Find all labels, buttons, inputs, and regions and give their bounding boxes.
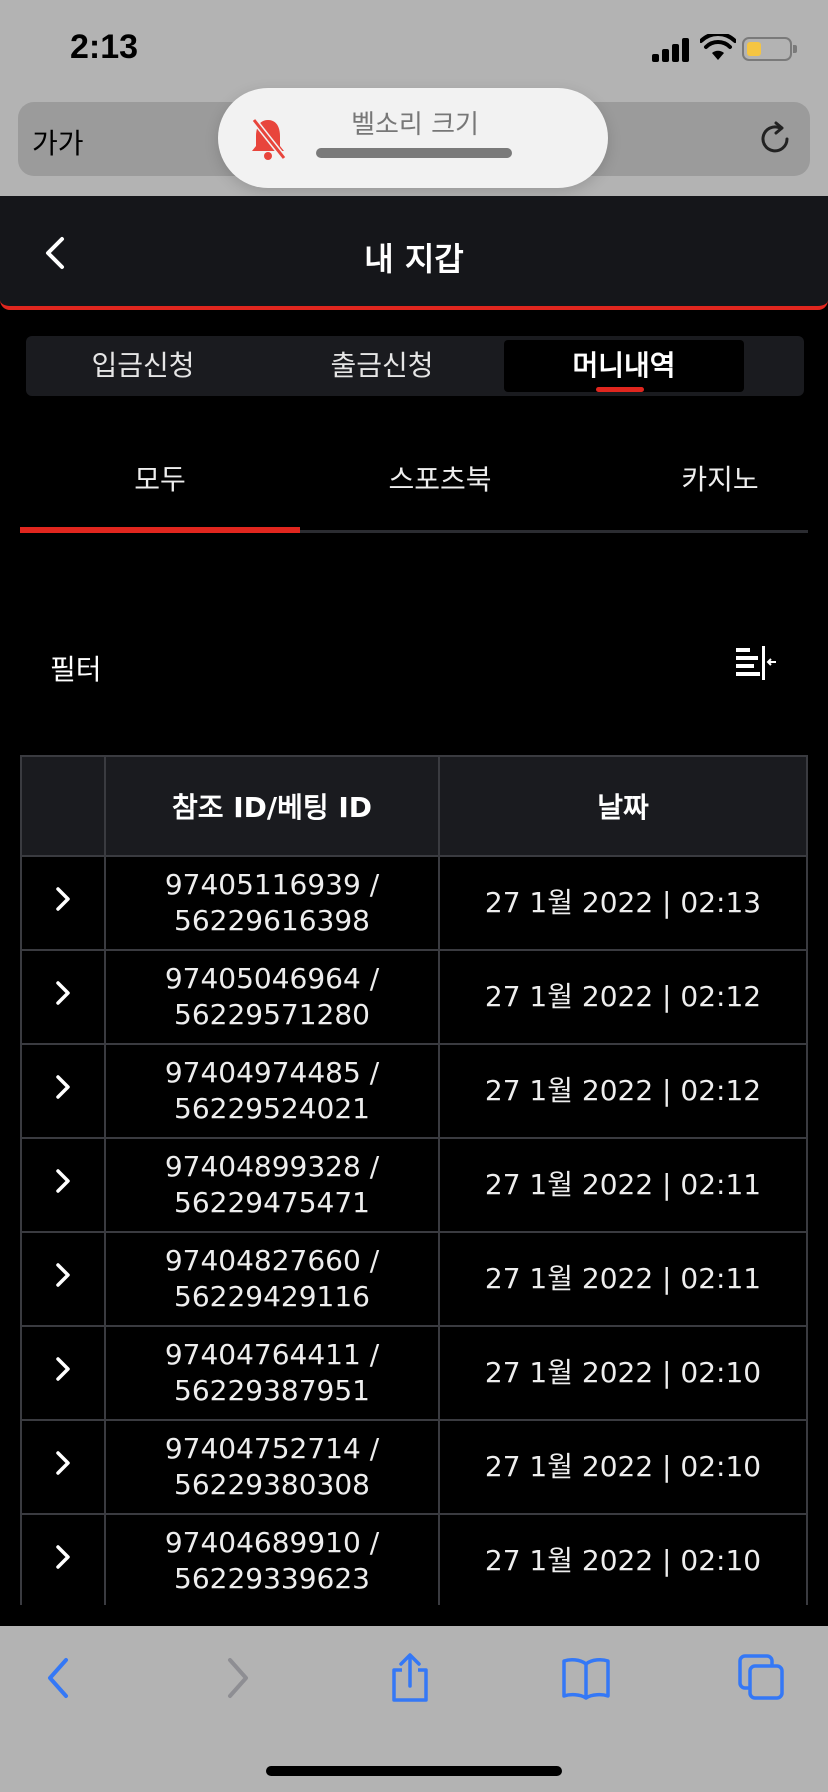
tab-deposit-request[interactable]: 입금신청 [26, 336, 260, 396]
text-size-button[interactable]: 가가 [32, 122, 84, 162]
bet-id: 56229380308 [174, 1468, 370, 1501]
table-row[interactable]: 97404899328 /56229475471 27 1월 2022 | 02:… [20, 1137, 808, 1233]
ref-bet-id-cell: 97404827660 /56229429116 [104, 1231, 440, 1327]
home-indicator [266, 1766, 562, 1776]
ref-id: 97404899328 / [164, 1150, 380, 1183]
tab-withdraw-request[interactable]: 출금신청 [264, 336, 500, 396]
filter-label[interactable]: 필터 [50, 648, 102, 688]
ref-id: 97404827660 / [164, 1244, 380, 1277]
ref-bet-id-cell: 97404974485 /56229524021 [104, 1043, 440, 1139]
filter-toggle-icon[interactable] [734, 644, 778, 684]
chevron-right-icon [56, 1262, 70, 1287]
ref-id: 97405046964 / [164, 962, 380, 995]
chevron-right-icon [56, 1544, 70, 1569]
ref-id: 97405116939 / [164, 868, 380, 901]
bell-muted-icon [251, 118, 287, 160]
table-row[interactable]: 97404689910 /56229339623 27 1월 2022 | 02:… [20, 1513, 808, 1605]
tabs-icon[interactable] [736, 1652, 788, 1704]
bet-id: 56229524021 [174, 1092, 370, 1125]
wifi-icon [700, 34, 736, 60]
ref-bet-id-cell: 97404752714 /56229380308 [104, 1419, 440, 1515]
date-cell: 27 1월 2022 | 02:10 [438, 1419, 808, 1515]
chevron-right-icon [56, 1168, 70, 1193]
bet-id: 56229475471 [174, 1186, 370, 1219]
expand-column-header [20, 755, 106, 857]
expand-row-button[interactable] [20, 1325, 106, 1421]
active-tab-indicator [596, 387, 644, 392]
back-icon[interactable] [34, 1652, 86, 1704]
expand-row-button[interactable] [20, 855, 106, 951]
ref-bet-id-cell: 97404764411 /56229387951 [104, 1325, 440, 1421]
ref-id-column-header: 참조 ID/베팅 ID [104, 755, 440, 857]
table-row[interactable]: 97405116939 /56229616398 27 1월 2022 | 02:… [20, 855, 808, 951]
hud-label: 벨소리 크기 [351, 110, 479, 140]
bet-id: 56229429116 [174, 1280, 370, 1313]
ref-bet-id-cell: 97404689910 /56229339623 [104, 1513, 440, 1605]
ref-bet-id-cell: 97404899328 /56229475471 [104, 1137, 440, 1233]
table-row[interactable]: 97404827660 /56229429116 27 1월 2022 | 02:… [20, 1231, 808, 1327]
subtab-all[interactable]: 모두 [20, 458, 300, 498]
expand-row-button[interactable] [20, 949, 106, 1045]
subtab-casino[interactable]: 카지노 [580, 458, 828, 498]
bet-id: 56229616398 [174, 904, 370, 937]
date-cell: 27 1월 2022 | 02:12 [438, 949, 808, 1045]
hud-volume-track [316, 148, 512, 158]
ref-id: 97404689910 / [164, 1526, 380, 1559]
expand-row-button[interactable] [20, 1231, 106, 1327]
chevron-right-icon [56, 1074, 70, 1099]
subtab-sportsbook[interactable]: 스포츠북 [300, 458, 580, 498]
chevron-right-icon [56, 1450, 70, 1475]
ref-id: 97404974485 / [164, 1056, 380, 1089]
bet-id: 56229339623 [174, 1562, 370, 1595]
bet-id: 56229571280 [174, 998, 370, 1031]
money-history-table: 참조 ID/베팅 ID 날짜 97405116939 /56229616398 2… [20, 755, 808, 1605]
tab-money-history[interactable]: 머니내역 [504, 340, 744, 392]
signal-icon [652, 38, 690, 62]
share-icon[interactable] [384, 1652, 436, 1704]
date-cell: 27 1월 2022 | 02:11 [438, 1231, 808, 1327]
expand-row-button[interactable] [20, 1419, 106, 1515]
table-row[interactable]: 97404974485 /56229524021 27 1월 2022 | 02:… [20, 1043, 808, 1139]
table-row[interactable]: 97404752714 /56229380308 27 1월 2022 | 02:… [20, 1419, 808, 1515]
bookmarks-icon[interactable] [560, 1652, 612, 1704]
table-row[interactable]: 97405046964 /56229571280 27 1월 2022 | 02:… [20, 949, 808, 1045]
forward-icon[interactable] [210, 1652, 262, 1704]
table-row[interactable]: 97404764411 /56229387951 27 1월 2022 | 02:… [20, 1325, 808, 1421]
ref-bet-id-cell: 97405046964 /56229571280 [104, 949, 440, 1045]
ref-id: 97404752714 / [164, 1432, 380, 1465]
expand-row-button[interactable] [20, 1513, 106, 1605]
table-header-row: 참조 ID/베팅 ID 날짜 [20, 755, 808, 857]
date-cell: 27 1월 2022 | 02:11 [438, 1137, 808, 1233]
chevron-right-icon [56, 1356, 70, 1381]
date-cell: 27 1월 2022 | 02:10 [438, 1325, 808, 1421]
status-time: 2:13 [70, 28, 139, 66]
page-title: 내 지갑 [364, 240, 464, 278]
battery-icon [742, 37, 797, 61]
chevron-right-icon [56, 886, 70, 911]
date-cell: 27 1월 2022 | 02:10 [438, 1513, 808, 1605]
chevron-right-icon [56, 980, 70, 1005]
date-cell: 27 1월 2022 | 02:12 [438, 1043, 808, 1139]
reload-icon[interactable] [754, 118, 796, 160]
ref-id: 97404764411 / [164, 1338, 380, 1371]
expand-row-button[interactable] [20, 1137, 106, 1233]
expand-row-button[interactable] [20, 1043, 106, 1139]
date-column-header: 날짜 [438, 755, 808, 857]
date-cell: 27 1월 2022 | 02:13 [438, 855, 808, 951]
bet-id: 56229387951 [174, 1374, 370, 1407]
subtab-active-indicator [20, 527, 300, 533]
ref-bet-id-cell: 97405116939 /56229616398 [104, 855, 440, 951]
